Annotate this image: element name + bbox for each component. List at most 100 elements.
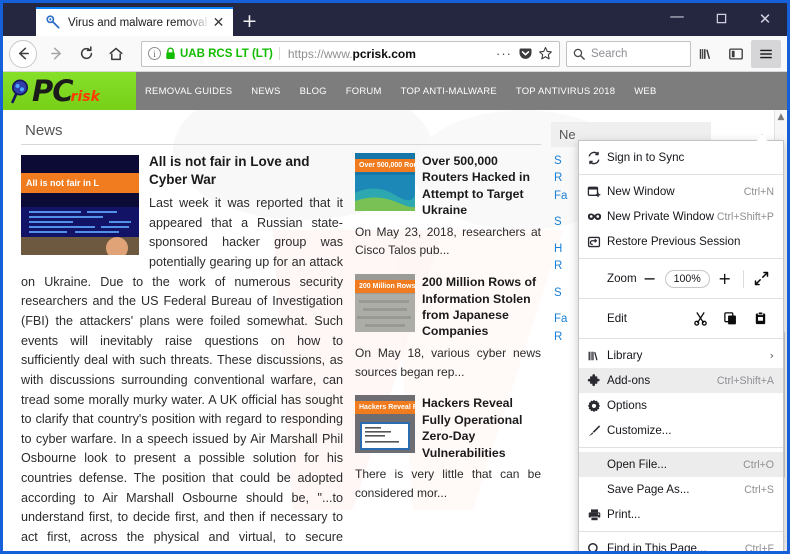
featured-article[interactable]: All is not fair in L All is not fair in … — [21, 153, 343, 551]
article-thumbnail[interactable]: Hackers Reveal Fu — [355, 395, 415, 453]
fullscreen-icon[interactable] — [749, 268, 775, 290]
menu-item-customize[interactable]: Customize... — [579, 418, 783, 443]
article-excerpt: On May 23, 2018, researchers at Cisco Ta… — [355, 223, 541, 260]
close-window-button[interactable]: ✕ — [743, 3, 787, 34]
library-icon[interactable] — [691, 40, 721, 68]
nav-item-forum[interactable]: FORUM — [346, 86, 382, 97]
firefox-main-menu: Sign in to Sync New Window Ctrl+N New Pr… — [578, 140, 784, 551]
copy-icon[interactable] — [720, 309, 740, 329]
restore-session-icon — [587, 235, 607, 249]
home-button[interactable] — [101, 40, 131, 68]
menu-item-sign-in-to-sync[interactable]: Sign in to Sync — [579, 145, 783, 170]
back-button[interactable] — [9, 40, 37, 68]
menu-separator — [579, 447, 783, 448]
search-icon — [587, 542, 607, 552]
menu-shortcut: Ctrl+O — [743, 459, 774, 471]
forward-button[interactable] — [41, 40, 71, 68]
search-placeholder: Search — [591, 48, 627, 60]
article-title[interactable]: Over 500,000 Routers Hacked in Attempt t… — [422, 153, 541, 219]
title-bar: Virus and malware removal ins ✕ + — ✕ — [3, 3, 787, 36]
menu-shortcut: Ctrl+S — [744, 484, 774, 496]
pcrisk-logo[interactable]: PC risk — [3, 72, 136, 110]
pocket-icon[interactable] — [518, 46, 533, 61]
new-tab-button[interactable]: + — [233, 7, 266, 36]
article-card[interactable]: 200 Million Rows of 200 Million Rows of … — [355, 274, 541, 381]
minimize-button[interactable]: — — [655, 3, 699, 34]
menu-item-restore-previous-session[interactable]: Restore Previous Session — [579, 229, 783, 254]
article-title[interactable]: 200 Million Rows of Information Stolen f… — [422, 274, 541, 340]
zoom-out-button[interactable]: − — [637, 268, 663, 290]
thumbnail-band-label: Hackers Reveal Fu — [355, 401, 415, 414]
menu-item-print[interactable]: Print... — [579, 502, 783, 527]
article-card[interactable]: Hackers Reveal Fu Hackers Reveal Fully O… — [355, 395, 541, 502]
mask-icon — [587, 210, 607, 224]
article-excerpt: There is very little that can be conside… — [355, 465, 541, 502]
scroll-up-arrow[interactable]: ▲ — [775, 110, 787, 123]
nav-item-news[interactable]: NEWS — [251, 86, 280, 97]
divider — [21, 144, 541, 145]
menu-label: New Window — [607, 185, 744, 198]
article-thumbnail[interactable]: 200 Million Rows of — [355, 274, 415, 332]
zoom-controls: − 100% + — [637, 268, 775, 290]
identity-box[interactable]: i UAB RCS LT (LT) — [148, 47, 280, 60]
menu-label: Find in This Page... — [607, 542, 745, 551]
menu-label: Add-ons — [607, 374, 717, 387]
menu-label: Open File... — [607, 458, 743, 471]
reload-button[interactable] — [71, 40, 101, 68]
menu-item-find-in-this-page[interactable]: Find in This Page... Ctrl+F — [579, 536, 783, 551]
menu-shortcut: Ctrl+N — [744, 186, 774, 198]
zoom-label: Zoom — [607, 272, 637, 285]
menu-separator — [579, 258, 783, 259]
main-column: News — [21, 120, 541, 551]
cut-icon[interactable] — [690, 309, 710, 329]
menu-item-new-private-window[interactable]: New Private Window Ctrl+Shift+P — [579, 204, 783, 229]
nav-item-blog[interactable]: BLOG — [300, 86, 327, 97]
sidebar-icon[interactable] — [721, 40, 751, 68]
window-controls: — ✕ — [655, 3, 787, 34]
logo-risk-text: risk — [71, 89, 100, 105]
info-icon[interactable]: i — [148, 47, 161, 60]
search-bar[interactable]: Search — [566, 41, 691, 67]
zoom-in-button[interactable]: + — [712, 268, 738, 290]
chevron-right-icon: › — [770, 349, 774, 362]
address-bar[interactable]: i UAB RCS LT (LT) https://www.pcrisk.com… — [141, 41, 560, 67]
search-icon — [573, 48, 585, 60]
menu-item-new-window[interactable]: New Window Ctrl+N — [579, 179, 783, 204]
close-icon[interactable]: ✕ — [210, 14, 227, 31]
article-thumbnail[interactable]: Over 500,000 Rou — [355, 153, 415, 211]
zoom-level[interactable]: 100% — [665, 270, 710, 288]
menu-label: Customize... — [607, 424, 774, 437]
article-card[interactable]: Over 500,000 Rou Over 500,000 Routers Ha… — [355, 153, 541, 260]
nav-item-top-antivirus-2018[interactable]: TOP ANTIVIRUS 2018 — [516, 86, 615, 97]
url-actions: ··· — [495, 44, 555, 64]
menu-separator — [579, 174, 783, 175]
menu-item-options[interactable]: Options — [579, 393, 783, 418]
nav-item-removal-guides[interactable]: REMOVAL GUIDES — [145, 86, 232, 97]
hamburger-menu-button[interactable] — [751, 40, 781, 68]
tab-strip: Virus and malware removal ins ✕ + — [3, 3, 266, 36]
menu-item-library[interactable]: Library › — [579, 343, 783, 368]
menu-zoom-row: Zoom − 100% + — [579, 263, 783, 294]
menu-label: Options — [607, 399, 774, 412]
paste-icon[interactable] — [750, 309, 770, 329]
article-title[interactable]: Hackers Reveal Fully Operational Zero-Da… — [422, 395, 541, 461]
navigation-toolbar: i UAB RCS LT (LT) https://www.pcrisk.com… — [3, 36, 787, 72]
menu-shortcut: Ctrl+Shift+P — [717, 211, 774, 223]
bookmark-star-icon[interactable] — [538, 46, 553, 61]
nav-item-top-anti-malware[interactable]: TOP ANTI-MALWARE — [401, 86, 497, 97]
maximize-button[interactable] — [699, 3, 743, 34]
thumbnail-band-label: Over 500,000 Rou — [355, 159, 415, 172]
nav-item-web[interactable]: WEB — [634, 86, 656, 97]
tab-title: Virus and malware removal ins — [68, 17, 210, 29]
menu-item-open-file[interactable]: Open File... Ctrl+O — [579, 452, 783, 477]
url-text: https://www.pcrisk.com — [288, 47, 416, 61]
magnifier-icon — [9, 78, 33, 104]
article-thumbnail[interactable]: All is not fair in L — [21, 155, 139, 255]
menu-item-save-page-as[interactable]: Save Page As... Ctrl+S — [579, 477, 783, 502]
page-actions-icon[interactable]: ··· — [495, 44, 513, 64]
library-icon — [587, 349, 607, 363]
addons-puzzle-icon — [587, 374, 607, 388]
menu-item-add-ons[interactable]: Add-ons Ctrl+Shift+A — [579, 368, 783, 393]
browser-tab[interactable]: Virus and malware removal ins ✕ — [36, 7, 233, 36]
menu-label: Save Page As... — [607, 483, 744, 496]
